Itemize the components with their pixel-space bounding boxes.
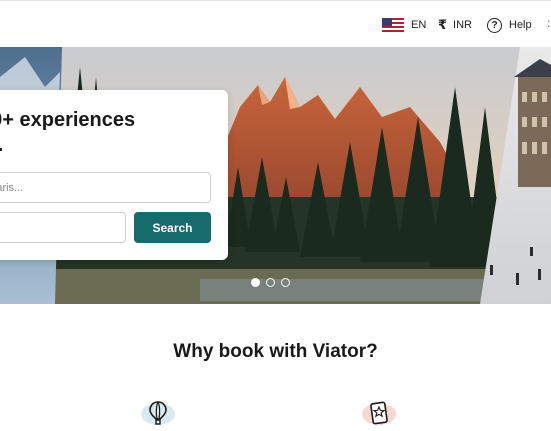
carousel-dot-1[interactable] <box>251 278 260 287</box>
language-label: EN <box>411 19 427 31</box>
help-label: Help <box>509 19 532 31</box>
language-selector[interactable]: EN <box>382 15 426 35</box>
hero-banner: 00+ experiences er. Paris... Search <box>0 47 551 304</box>
top-bar: EN ₹ INR ? Help : <box>0 5 551 45</box>
why-book-heading: Why book with Viator? <box>173 341 378 362</box>
us-flag-icon <box>382 18 404 32</box>
help-link[interactable]: ? Help <box>487 15 532 35</box>
search-button[interactable]: Search <box>134 212 211 243</box>
destination-input[interactable]: Paris... <box>0 172 211 203</box>
date-input[interactable] <box>0 212 126 243</box>
currency-selector[interactable]: ₹ INR <box>438 15 472 35</box>
rupee-icon: ₹ <box>438 17 448 32</box>
page: EN ₹ INR ? Help : + experiences ris... S… <box>0 0 551 431</box>
overflow-indicator: : <box>547 16 551 30</box>
headline-line-1: 00+ experiences <box>0 109 136 131</box>
destination-placeholder: Paris... <box>0 181 24 194</box>
headline-line-2: er. <box>0 133 220 158</box>
hot-air-balloon-icon <box>141 401 175 425</box>
search-card: 00+ experiences er. Paris... Search <box>0 90 228 260</box>
carousel-dot-3[interactable] <box>281 278 290 287</box>
carousel-indicator <box>251 278 290 287</box>
currency-label: INR <box>453 19 472 31</box>
ticket-star-icon <box>362 401 396 425</box>
top-divider <box>0 0 551 4</box>
help-icon: ? <box>487 17 502 33</box>
carousel-dot-2[interactable] <box>266 278 275 287</box>
hero-headline: 00+ experiences er. <box>0 108 220 158</box>
